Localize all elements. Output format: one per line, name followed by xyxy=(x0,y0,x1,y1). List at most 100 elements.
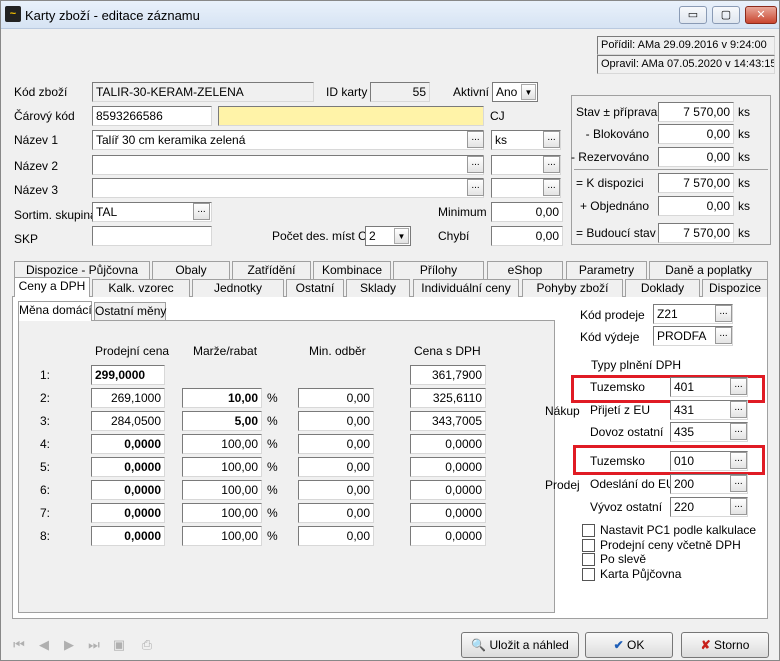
tab-row1-item[interactable]: Přílohy xyxy=(393,261,484,279)
skp-field[interactable] xyxy=(92,226,212,246)
aktivni-select[interactable]: Ano ▼ xyxy=(492,82,538,102)
tab-row2-item[interactable]: Ceny a DPH xyxy=(14,277,90,297)
marze-field[interactable]: 100,00 xyxy=(182,526,262,546)
maximize-button[interactable]: ▢ xyxy=(712,6,740,24)
prodejni-cena-field[interactable]: 284,0500 xyxy=(91,411,165,431)
cena-s-dph-field[interactable]: 0,0000 xyxy=(410,457,486,477)
nazev1-browse-button[interactable]: ... xyxy=(467,131,484,148)
min-odber-field[interactable]: 0,00 xyxy=(298,434,374,454)
prodejni-cena-field[interactable]: 0,0000 xyxy=(91,457,165,477)
checkbox[interactable] xyxy=(582,553,595,566)
tab-row2-item[interactable]: Sklady xyxy=(346,279,410,297)
checkbox[interactable] xyxy=(582,524,595,537)
nazev3-field[interactable] xyxy=(92,178,484,198)
sortim-browse-button[interactable]: ... xyxy=(193,203,210,220)
cena-s-dph-field[interactable]: 325,6110 xyxy=(410,388,486,408)
tab-row1-item[interactable]: eShop xyxy=(487,261,563,279)
carovy-kod-field[interactable]: 8593266586 xyxy=(92,106,212,126)
prodejni-cena-field[interactable]: 299,0000 xyxy=(91,365,165,385)
marze-field[interactable]: 5,00 xyxy=(182,411,262,431)
first-record-icon[interactable]: ⏮ xyxy=(11,637,27,653)
chevron-down-icon[interactable]: ▼ xyxy=(394,228,409,244)
marze-field[interactable]: 100,00 xyxy=(182,480,262,500)
tab-row2-item[interactable]: Pohyby zboží xyxy=(522,279,623,297)
cena-s-dph-field[interactable]: 0,0000 xyxy=(410,480,486,500)
print-icon[interactable]: ⎙ xyxy=(139,637,155,653)
prodejni-cena-field[interactable]: 0,0000 xyxy=(91,480,165,500)
nakup-browse-button[interactable]: ... xyxy=(730,378,747,395)
cena-s-dph-field[interactable]: 0,0000 xyxy=(410,503,486,523)
subtab-mena-domaci[interactable]: Měna domácí xyxy=(18,301,92,321)
ok-button[interactable]: ✔ OK xyxy=(585,632,673,658)
header-prodejni-cena: Prodejní cena xyxy=(95,344,170,358)
next-record-icon[interactable]: ▶ xyxy=(61,637,77,653)
unit-browse-button[interactable]: ... xyxy=(543,131,560,148)
nakup-browse-button[interactable]: ... xyxy=(730,401,747,418)
stock-value: 7 570,00 xyxy=(658,102,734,122)
unit2-browse-button[interactable]: ... xyxy=(543,156,560,173)
min-odber-field[interactable]: 0,00 xyxy=(298,503,374,523)
prodejni-cena-field[interactable]: 0,0000 xyxy=(91,526,165,546)
nazev2-field[interactable] xyxy=(92,155,484,175)
minimize-button[interactable]: ▭ xyxy=(679,6,707,24)
subtab-ostatni-meny[interactable]: Ostatní měny xyxy=(94,302,166,320)
kod-zbozi-field[interactable]: TALIR-30-KERAM-ZELENA xyxy=(92,82,314,102)
tab-row1-item[interactable]: Zatřídění xyxy=(232,261,311,279)
cena-s-dph-field[interactable]: 0,0000 xyxy=(410,526,486,546)
tab-row2-item[interactable]: Kalk. vzorec xyxy=(92,279,190,297)
tab-row2-item[interactable]: Ostatní xyxy=(286,279,344,297)
marze-field[interactable]: 100,00 xyxy=(182,434,262,454)
checkbox[interactable] xyxy=(582,538,595,552)
cena-s-dph-field[interactable]: 0,0000 xyxy=(410,434,486,454)
tab-row2-item[interactable]: Individuální ceny xyxy=(413,279,519,297)
prodej-type-label: Odeslání do EU xyxy=(590,477,675,491)
checkbox[interactable] xyxy=(582,567,595,581)
min-odber-field[interactable]: 0,00 xyxy=(298,388,374,408)
min-odber-field[interactable]: 0,00 xyxy=(298,411,374,431)
chybi-field: 0,00 xyxy=(491,226,563,246)
nazev2-label: Název 2 xyxy=(14,159,59,173)
percent-label: % xyxy=(267,506,278,520)
prodejni-cena-field[interactable]: 0,0000 xyxy=(91,503,165,523)
save-preview-button[interactable]: 🔍 Uložit a náhled xyxy=(461,632,579,658)
marze-field[interactable]: 10,00 xyxy=(182,388,262,408)
nazev3-browse-button[interactable]: ... xyxy=(467,179,484,196)
comment-icon[interactable]: ▣ xyxy=(111,637,127,653)
prodej-browse-button[interactable]: ... xyxy=(730,498,747,515)
nazev2-browse-button[interactable]: ... xyxy=(467,156,484,173)
row-number: 5: xyxy=(40,460,51,474)
marze-field[interactable]: 100,00 xyxy=(182,457,262,477)
tab-row1-item[interactable]: Obaly xyxy=(152,261,230,279)
min-odber-field[interactable]: 0,00 xyxy=(298,457,374,477)
prodejni-cena-field[interactable]: 0,0000 xyxy=(91,434,165,454)
tab-row1-item[interactable]: Parametry xyxy=(566,261,647,279)
cena-s-dph-field[interactable]: 343,7005 xyxy=(410,411,486,431)
kod-vydeje-browse-button[interactable]: ... xyxy=(715,327,732,344)
tab-row1-item[interactable]: Kombinace xyxy=(313,261,391,279)
prodej-browse-button[interactable]: ... xyxy=(730,475,747,492)
prodejni-cena-field[interactable]: 269,1000 xyxy=(91,388,165,408)
minimum-field[interactable]: 0,00 xyxy=(491,202,563,222)
tab-row2-item[interactable]: Jednotky xyxy=(192,279,284,297)
tab-row2-item[interactable]: Doklady xyxy=(625,279,700,297)
prev-record-icon[interactable]: ◀ xyxy=(36,637,52,653)
carovy-kod-cj-field[interactable] xyxy=(218,106,484,126)
kod-prodeje-browse-button[interactable]: ... xyxy=(715,305,732,322)
sortim-label: Sortim. skupina xyxy=(14,208,97,222)
cena-s-dph-field[interactable]: 361,7900 xyxy=(410,365,486,385)
last-record-icon[interactable]: ⏭ xyxy=(86,637,102,653)
pocet-des-select[interactable]: 2 ▼ xyxy=(365,226,411,246)
nazev1-field[interactable]: Talíř 30 cm keramika zelená xyxy=(92,130,484,150)
tab-row1-item[interactable]: Daně a poplatky xyxy=(649,261,768,279)
unit3-browse-button[interactable]: ... xyxy=(543,179,560,196)
chevron-down-icon[interactable]: ▼ xyxy=(521,84,536,100)
cancel-button[interactable]: ✘ Storno xyxy=(681,632,769,658)
cross-icon: ✘ xyxy=(700,638,711,652)
nakup-browse-button[interactable]: ... xyxy=(730,423,747,440)
tab-row2-item[interactable]: Dispozice xyxy=(702,279,768,297)
min-odber-field[interactable]: 0,00 xyxy=(298,480,374,500)
prodej-browse-button[interactable]: ... xyxy=(730,452,747,469)
min-odber-field[interactable]: 0,00 xyxy=(298,526,374,546)
marze-field[interactable]: 100,00 xyxy=(182,503,262,523)
close-button[interactable]: ✕ xyxy=(745,6,777,24)
